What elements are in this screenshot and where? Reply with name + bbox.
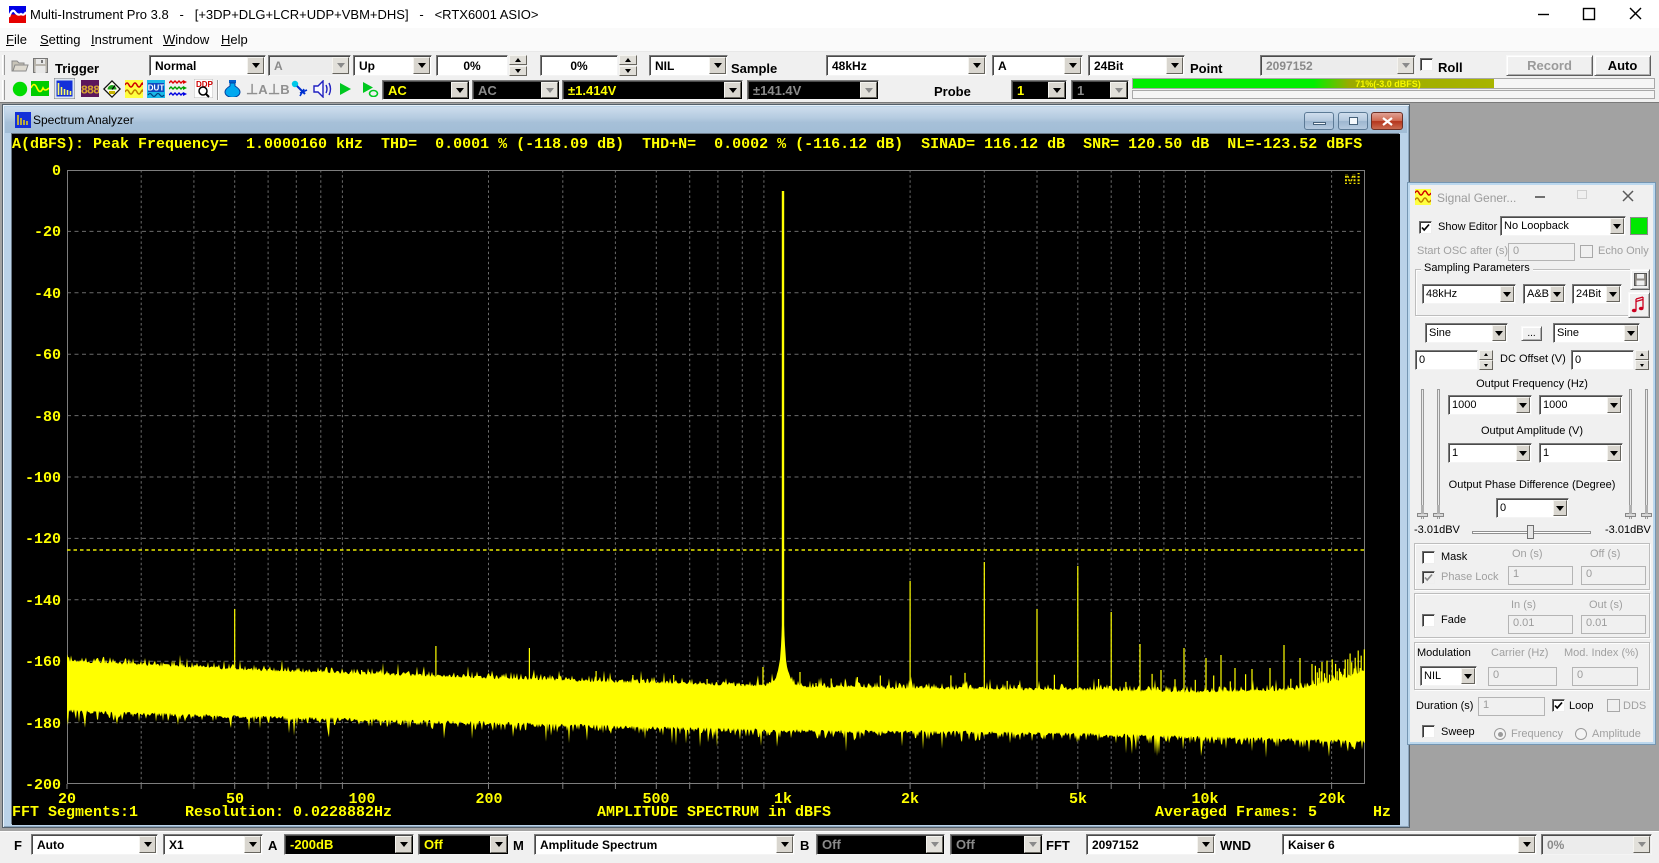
svg-text:DUT: DUT [148, 84, 165, 93]
svg-text:-160: -160 [25, 654, 61, 671]
svg-text:-20: -20 [34, 224, 61, 241]
svg-text:0: 0 [52, 163, 61, 180]
svg-text:Resolution: 0.0228882Hz: Resolution: 0.0228882Hz [185, 804, 392, 821]
svg-text:Mi: Mi [1344, 171, 1361, 188]
svg-text:-180: -180 [25, 716, 61, 733]
svg-text:Averaged Frames: 5: Averaged Frames: 5 [1155, 804, 1317, 821]
svg-text:-140: -140 [25, 593, 61, 610]
svg-text:200: 200 [475, 791, 502, 808]
svg-text:-40: -40 [34, 286, 61, 303]
svg-text:Hz: Hz [1373, 804, 1391, 821]
svg-text:-120: -120 [25, 531, 61, 548]
svg-text:-200: -200 [25, 777, 61, 794]
svg-text:AMPLITUDE SPECTRUM in dBFS: AMPLITUDE SPECTRUM in dBFS [597, 804, 831, 821]
svg-text:888: 888 [81, 84, 99, 98]
svg-text:20k: 20k [1318, 791, 1345, 808]
svg-text:2k: 2k [901, 791, 919, 808]
svg-text:-60: -60 [34, 347, 61, 364]
svg-text:-80: -80 [34, 409, 61, 426]
svg-text:FFT Segments:1: FFT Segments:1 [12, 804, 138, 821]
svg-text:5k: 5k [1069, 791, 1087, 808]
svg-text:-100: -100 [25, 470, 61, 487]
